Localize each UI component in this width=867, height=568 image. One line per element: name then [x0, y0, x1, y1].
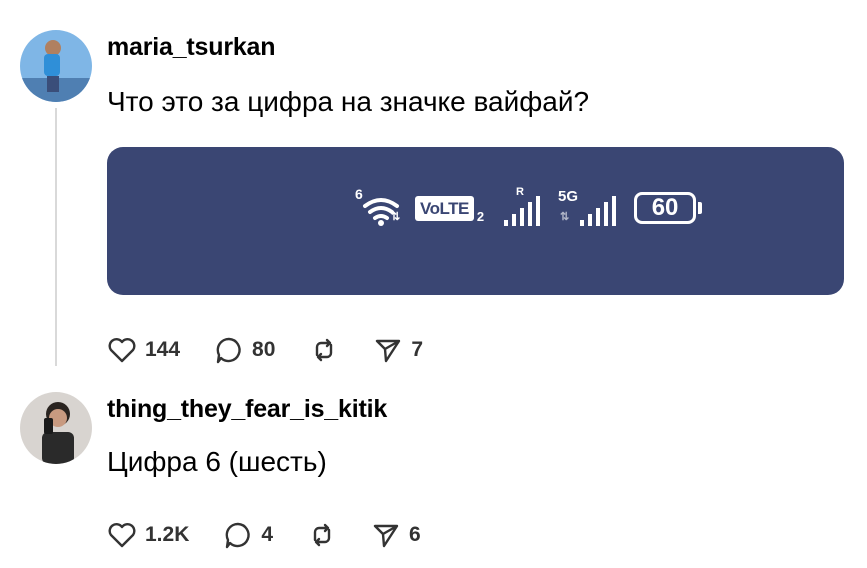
wifi-activity-arrows: ⇅	[391, 211, 401, 223]
username[interactable]: maria_tsurkan	[107, 33, 276, 62]
volte-sim-number: 2	[476, 208, 485, 224]
thread-line	[55, 108, 57, 366]
heart-icon	[108, 523, 136, 548]
comment-button[interactable]: 80	[214, 335, 275, 365]
comment-icon	[225, 522, 251, 549]
5g-activity-arrows: ⇅	[560, 211, 570, 223]
repost-icon	[316, 338, 333, 362]
status-bar: 6 ⇅ VoLTE 2 R 5G ⇅ 60	[353, 183, 703, 233]
like-button[interactable]: 1.2K	[107, 521, 189, 549]
like-button[interactable]: 144	[107, 336, 180, 364]
like-count: 144	[145, 338, 181, 361]
wifi-icon: 6 ⇅	[353, 186, 405, 230]
volte-badge: VoLTE	[415, 195, 474, 221]
heart-icon	[108, 338, 136, 363]
battery-level: 60	[634, 192, 697, 224]
post-actions: 1.2K 4 6	[107, 518, 455, 552]
like-count: 1.2K	[145, 523, 190, 546]
comment-count: 4	[261, 523, 274, 546]
comment-button[interactable]: 4	[223, 520, 273, 550]
post-actions: 144 80 7	[107, 333, 457, 367]
signal-icon: R	[502, 186, 546, 230]
repost-button[interactable]	[307, 520, 337, 550]
share-button[interactable]: 6	[371, 520, 421, 550]
avatar[interactable]	[20, 392, 92, 464]
share-icon	[376, 339, 401, 363]
signal-5g-icon: 5G ⇅	[558, 186, 622, 230]
battery-tip	[698, 202, 703, 214]
username[interactable]: thing_they_fear_is_kitik	[107, 395, 387, 424]
comment-count: 80	[252, 338, 276, 361]
share-count: 7	[411, 338, 424, 361]
battery-icon: 60	[634, 192, 703, 224]
5g-badge: 5G	[558, 188, 579, 205]
share-icon	[373, 524, 399, 548]
post-text: Что это за цифра на значке вайфай?	[107, 86, 590, 117]
share-button[interactable]: 7	[373, 335, 423, 365]
avatar[interactable]	[20, 30, 92, 102]
post-text: Цифра 6 (шесть)	[107, 446, 327, 477]
comment-icon	[216, 337, 241, 364]
share-count: 6	[409, 523, 421, 546]
repost-button[interactable]	[309, 335, 339, 365]
post-image[interactable]: 6 ⇅ VoLTE 2 R 5G ⇅ 60	[107, 147, 844, 295]
repost-icon	[313, 523, 331, 547]
